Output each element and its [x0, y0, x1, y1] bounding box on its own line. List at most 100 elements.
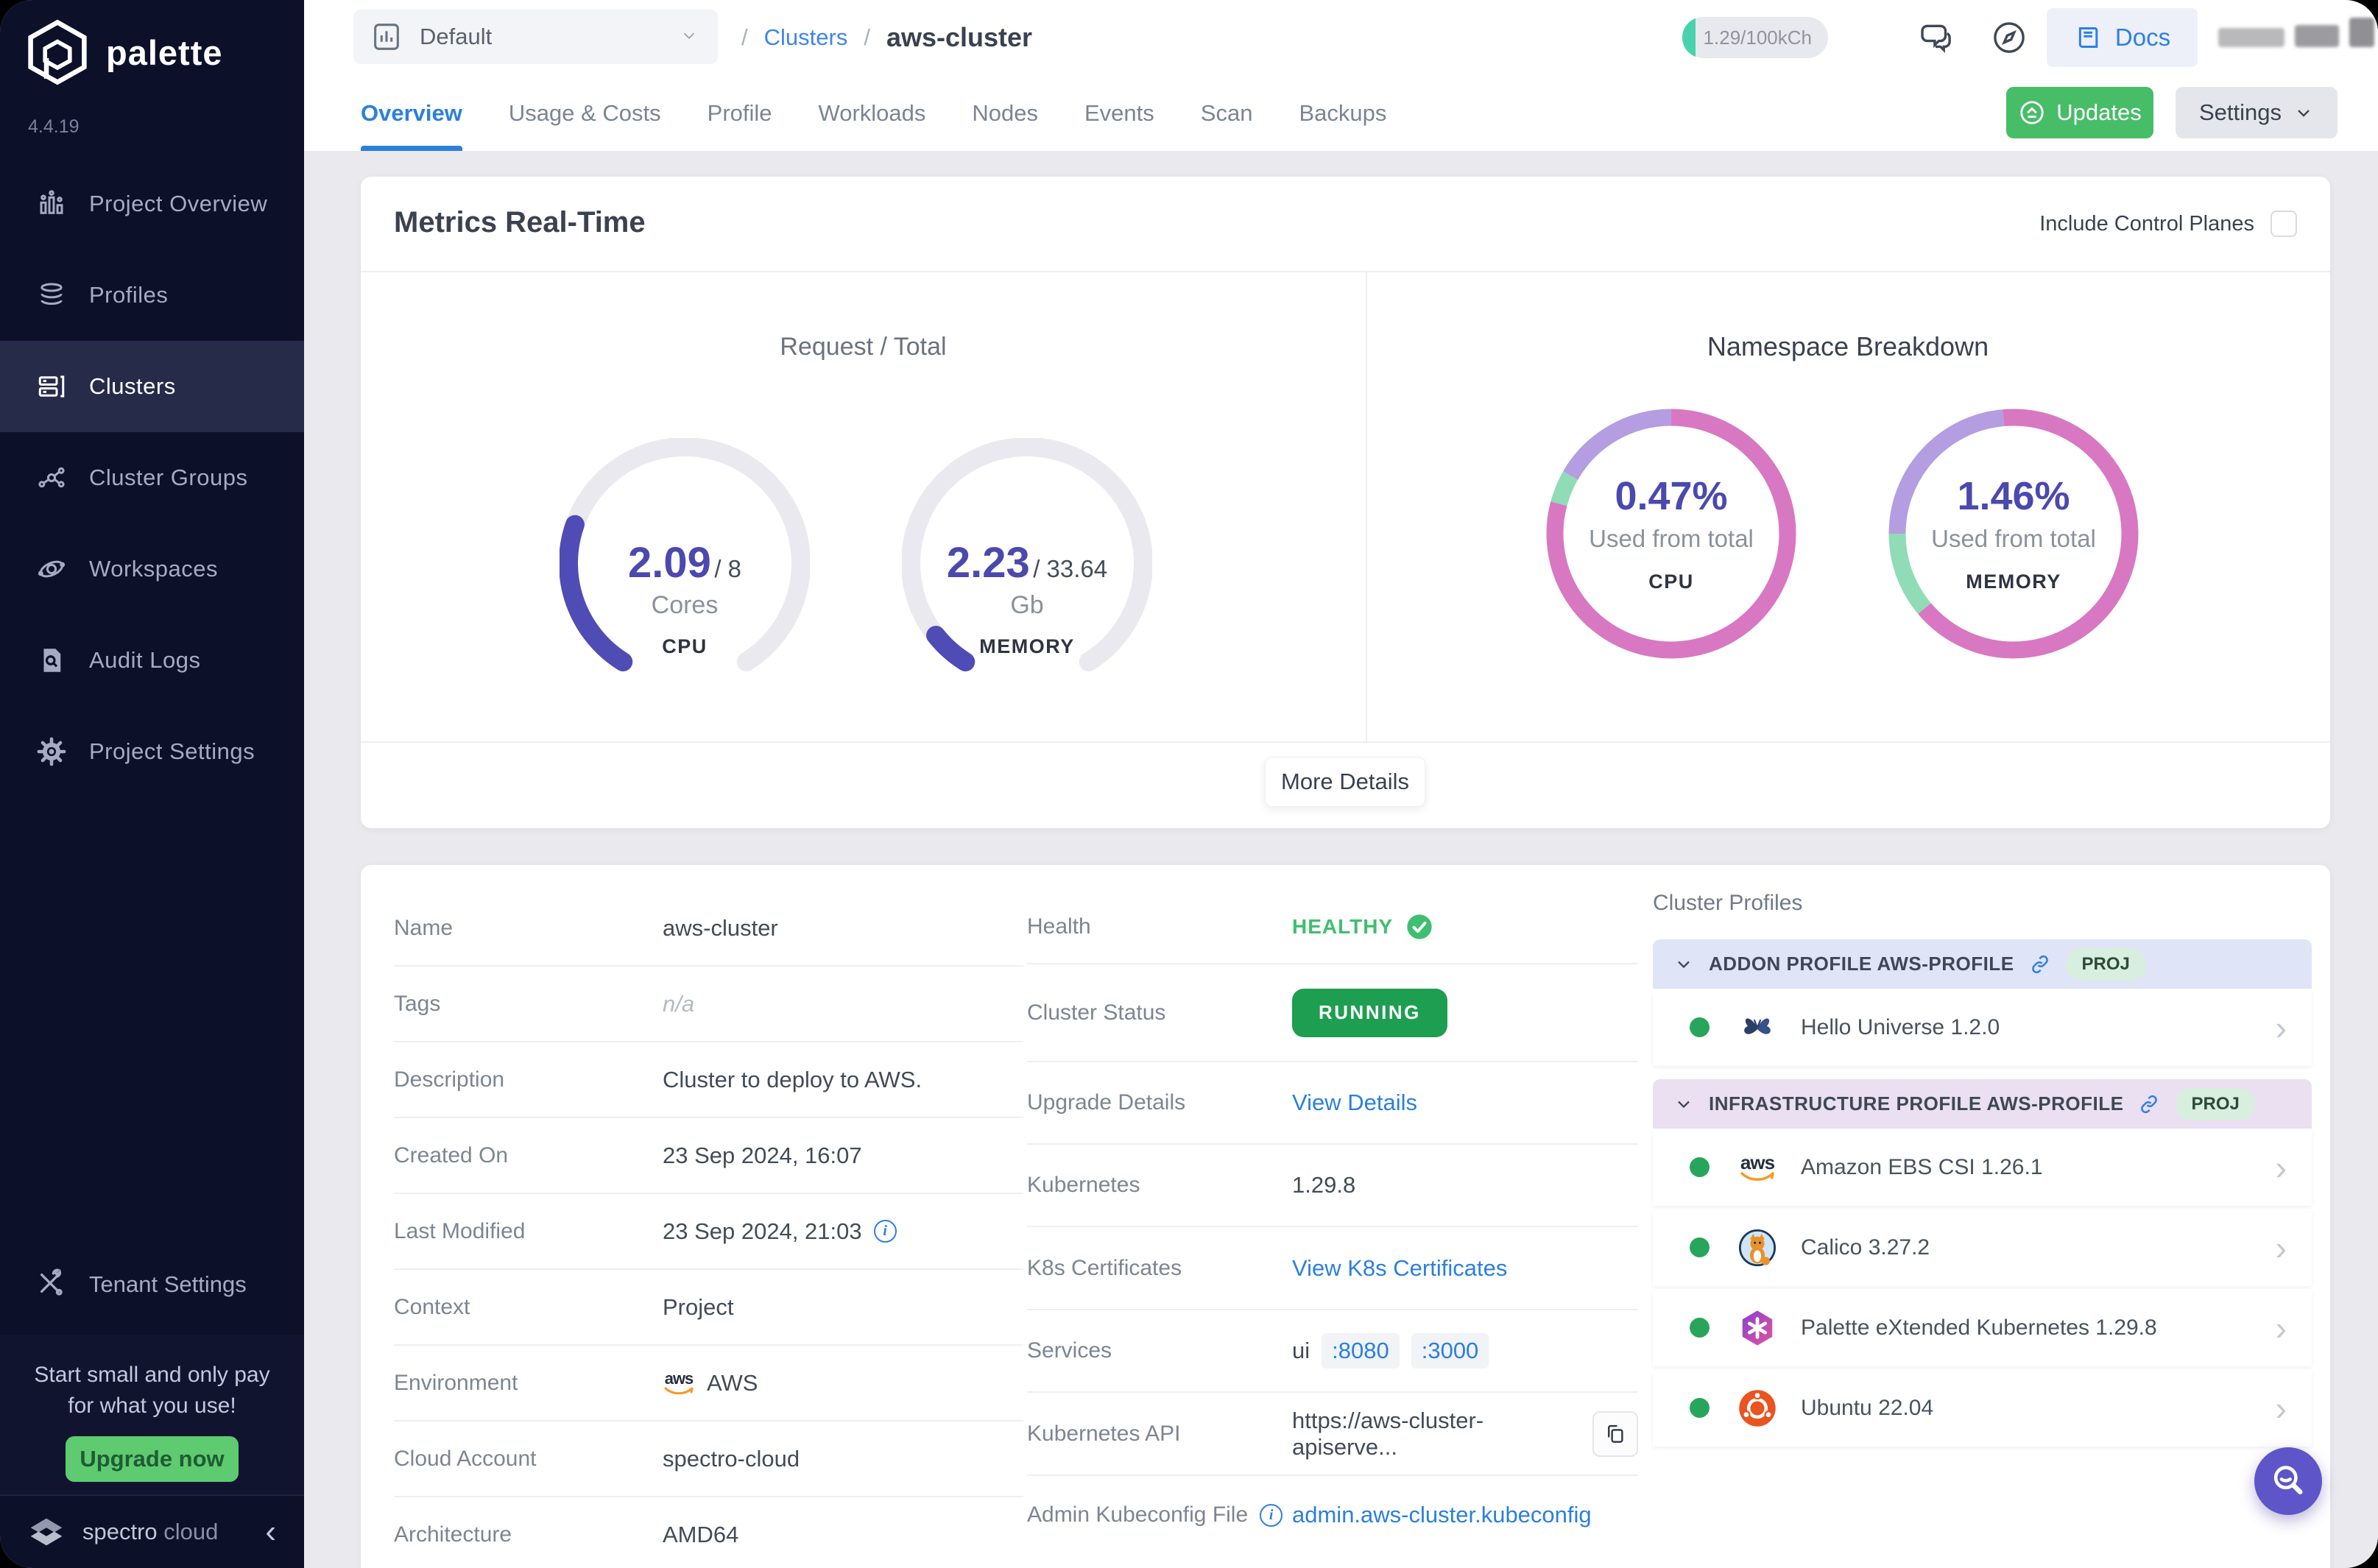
divider	[361, 741, 2330, 743]
chevron-down-icon	[2298, 110, 2310, 117]
detail-row-architecture: Architecture AMD64	[394, 1497, 1023, 1568]
detail-row-context: Context Project	[394, 1270, 1023, 1346]
breadcrumb-separator: /	[864, 24, 870, 50]
sidebar-footer: spectro cloud ‹	[0, 1494, 304, 1568]
view-details-link[interactable]: View Details	[1292, 1090, 1417, 1116]
link-icon	[2141, 1095, 2158, 1113]
sidebar-item-project-settings[interactable]: Project Settings	[0, 706, 304, 797]
service-port-link[interactable]: :3000	[1411, 1333, 1489, 1369]
include-control-planes-label: Include Control Planes	[2039, 211, 2254, 236]
profile-pack-amazon-ebs-csi[interactable]: aws Amazon EBS CSI 1.26.1 ›	[1653, 1129, 2312, 1206]
sidebar: palette 4.4.19 Project Overview Profiles…	[0, 0, 304, 1568]
docs-button[interactable]: Docs	[2047, 8, 2198, 67]
tab-usage-costs[interactable]: Usage & Costs	[509, 75, 661, 151]
tab-workloads[interactable]: Workloads	[819, 75, 926, 151]
memory-gauge: 2.23 / 33.64 Gb MEMORY	[902, 438, 1152, 688]
upgrade-now-button[interactable]: Upgrade now	[66, 1436, 239, 1482]
chart-icon	[374, 24, 399, 50]
link-icon	[2031, 955, 2048, 973]
calico-icon	[1736, 1226, 1779, 1269]
copy-button[interactable]	[1592, 1410, 1638, 1457]
settings-label: Settings	[2198, 99, 2282, 125]
sidebar-item-label: Clusters	[89, 373, 176, 399]
sidebar-collapse-icon[interactable]: ‹	[265, 1516, 276, 1548]
sidebar-item-cluster-groups[interactable]: Cluster Groups	[0, 432, 304, 523]
palette-logo-icon	[28, 19, 87, 85]
proj-badge: PROJ	[2065, 947, 2146, 981]
breadcrumb-link-clusters[interactable]: Clusters	[764, 24, 848, 51]
footer-brand: spectro cloud	[82, 1519, 219, 1544]
profile-pack-palette-extended-kubernetes[interactable]: Palette eXtended Kubernetes 1.29.8 ›	[1653, 1289, 2312, 1366]
info-icon[interactable]: i	[873, 1220, 897, 1243]
project-selector[interactable]: Default	[353, 10, 718, 64]
tab-backups[interactable]: Backups	[1299, 75, 1386, 151]
status-row-k8s-certificates: K8s Certificates View K8s Certificates	[1027, 1227, 1638, 1310]
sidebar-item-project-overview[interactable]: Project Overview	[0, 158, 304, 250]
sidebar-item-workspaces[interactable]: Workspaces	[0, 523, 304, 615]
cpu-used-caption: Used from total	[1589, 525, 1754, 552]
sidebar-item-audit-logs[interactable]: Audit Logs	[0, 615, 304, 706]
tab-events[interactable]: Events	[1084, 75, 1154, 151]
chat-icon[interactable]	[1913, 15, 1958, 60]
tab-overview[interactable]: Overview	[361, 75, 462, 151]
updates-button[interactable]: Updates	[2006, 87, 2153, 138]
gear-icon	[35, 735, 68, 769]
audit-logs-icon	[35, 643, 68, 677]
view-k8s-certificates-link[interactable]: View K8s Certificates	[1292, 1255, 1507, 1282]
detail-row-environment: Environment aws AWS	[394, 1346, 1023, 1422]
compass-icon[interactable]	[1986, 15, 2032, 60]
cluster-status-column: Health HEALTHY Cluster Status RUNNING Up…	[1027, 891, 1638, 1554]
hello-universe-icon	[1736, 1006, 1779, 1049]
tab-scan[interactable]: Scan	[1201, 75, 1253, 151]
status-row-kubernetes: Kubernetes 1.29.8	[1027, 1145, 1638, 1227]
sidebar-item-profiles[interactable]: Profiles	[0, 250, 304, 341]
usage-quota-pill: 1.29/100kCh	[1682, 17, 1828, 58]
namespace-breakdown-title: Namespace Breakdown	[1707, 331, 1989, 361]
sidebar-item-label: Audit Logs	[89, 647, 201, 673]
settings-button[interactable]: Settings	[2176, 87, 2338, 138]
status-dot	[1690, 1398, 1710, 1418]
ubuntu-icon	[1736, 1387, 1779, 1430]
service-port-link[interactable]: :8080	[1322, 1333, 1400, 1369]
tab-nodes[interactable]: Nodes	[972, 75, 1038, 151]
sidebar-item-label: Profiles	[89, 282, 169, 308]
chevron-down-icon	[680, 26, 699, 49]
detail-row-last-modified: Last Modified 23 Sep 2024, 21:03 i	[394, 1194, 1023, 1270]
cpu-donut-label: CPU	[1648, 571, 1694, 593]
infrastructure-profile-header[interactable]: INFRASTRUCTURE PROFILE AWS-PROFILE PROJ	[1653, 1079, 2312, 1129]
status-row-health: Health HEALTHY	[1027, 891, 1638, 964]
tab-profile[interactable]: Profile	[708, 75, 772, 151]
profile-pack-calico[interactable]: Calico 3.27.2 ›	[1653, 1209, 2312, 1286]
magnifier-smile-icon	[2273, 1466, 2303, 1494]
chevron-right-icon: ›	[2275, 1388, 2287, 1427]
addon-profile-header[interactable]: ADDON PROFILE AWS-PROFILE PROJ	[1653, 939, 2312, 989]
search-feedback-fab[interactable]	[2254, 1447, 2322, 1515]
cpu-unit: Cores	[651, 591, 719, 619]
sidebar-item-label: Tenant Settings	[89, 1271, 247, 1297]
chevron-down-icon	[1678, 1101, 1690, 1108]
more-details-button[interactable]: More Details	[1265, 757, 1425, 807]
tools-icon	[35, 1268, 68, 1302]
profile-pack-hello-universe[interactable]: Hello Universe 1.2.0 ›	[1653, 989, 2312, 1066]
include-control-planes-checkbox[interactable]	[2271, 211, 2297, 237]
memory-used-percent: 1.46%	[1957, 474, 2070, 518]
kubeconfig-file-link[interactable]: admin.aws-cluster.kubeconfig	[1292, 1502, 1592, 1528]
cluster-info-column: Name aws-cluster Tags n/a Description Cl…	[394, 891, 1023, 1568]
metrics-title: Metrics Real-Time	[394, 206, 646, 239]
profile-pack-ubuntu[interactable]: Ubuntu 22.04 ›	[1653, 1369, 2312, 1447]
cpu-namespace-donut: 0.47% Used from total CPU	[1546, 409, 1796, 659]
sidebar-nav: Project Overview Profiles Clusters Clust…	[0, 158, 304, 797]
sidebar-item-label: Project Settings	[89, 738, 255, 764]
brand-logo: palette	[27, 19, 223, 85]
info-icon[interactable]: i	[1260, 1503, 1283, 1527]
sidebar-item-tenant-settings[interactable]: Tenant Settings	[0, 1239, 304, 1330]
detail-row-created-on: Created On 23 Sep 2024, 16:07	[394, 1118, 1023, 1194]
status-dot	[1690, 1017, 1710, 1037]
status-row-upgrade-details: Upgrade Details View Details	[1027, 1062, 1638, 1145]
chevron-right-icon: ›	[2275, 1228, 2287, 1267]
health-status-badge: HEALTHY	[1292, 912, 1434, 942]
breadcrumb: / Clusters / aws-cluster	[741, 0, 1032, 75]
redacted-account-area[interactable]	[2218, 18, 2378, 55]
sidebar-item-clusters[interactable]: Clusters	[0, 341, 304, 432]
brand-name: palette	[106, 32, 223, 72]
